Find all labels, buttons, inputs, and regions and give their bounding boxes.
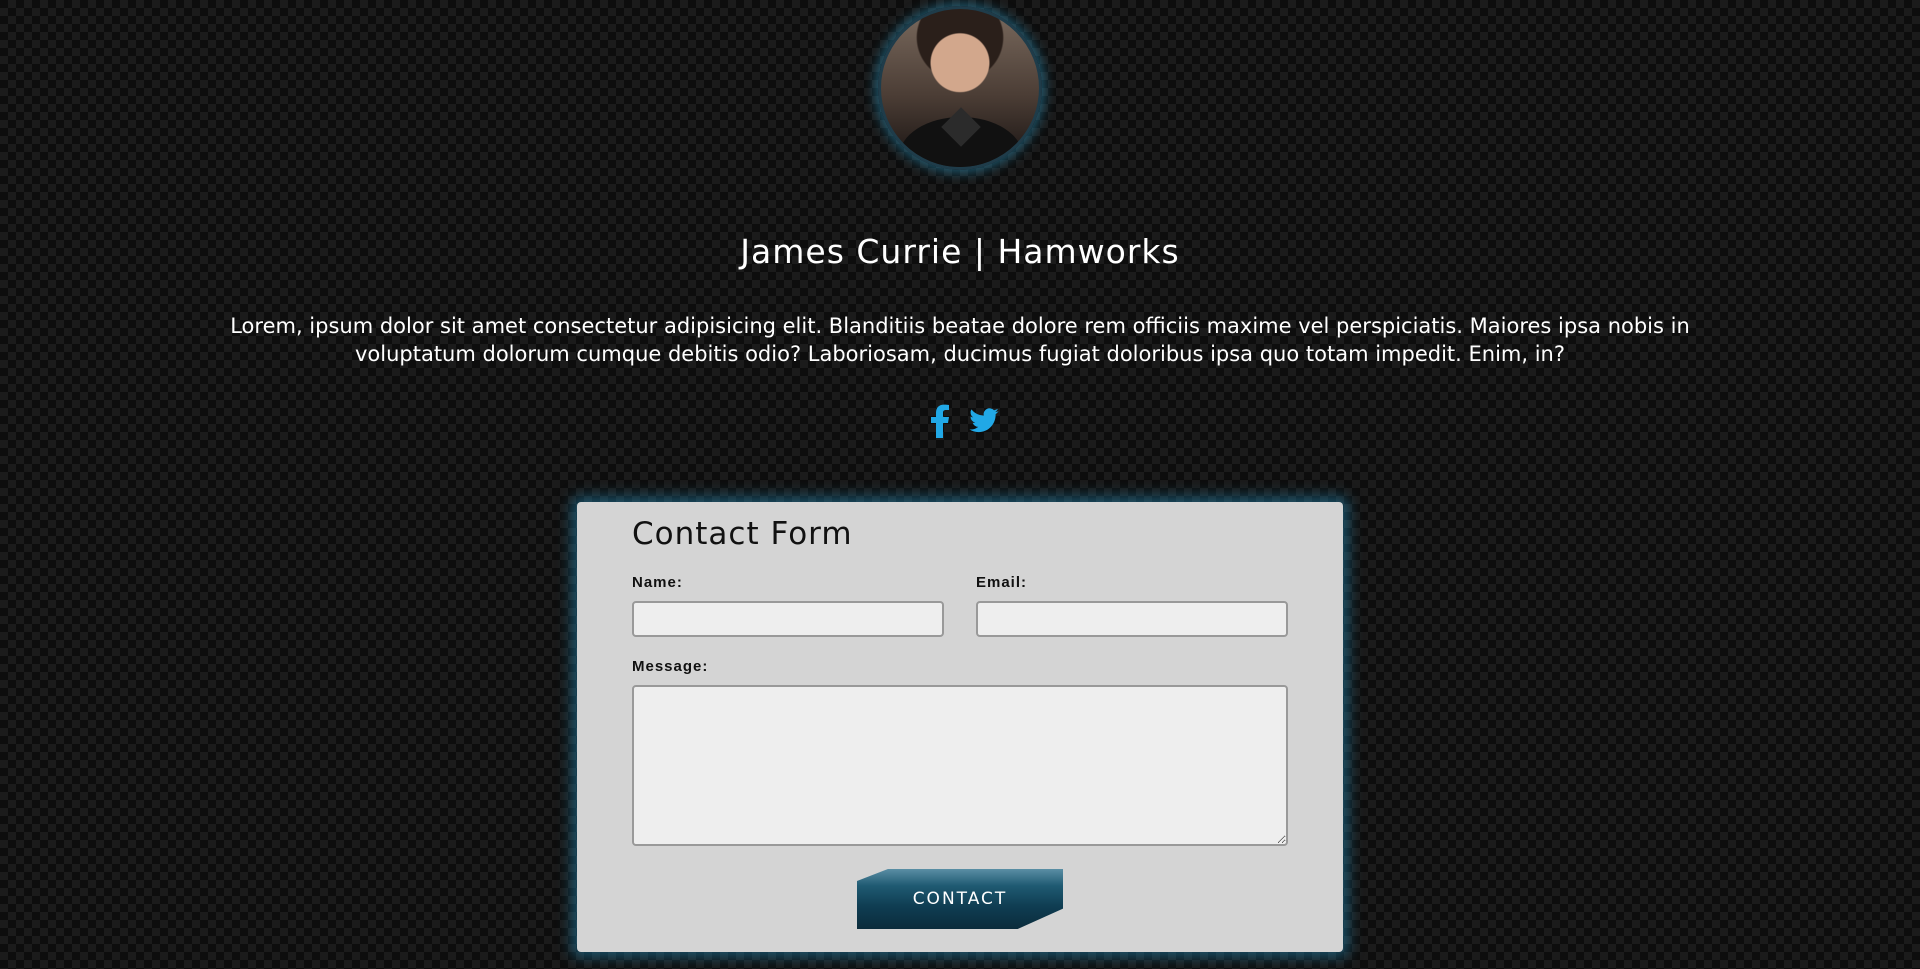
message-label: Message: [632, 658, 709, 675]
email-field[interactable] [976, 601, 1288, 637]
message-field[interactable] [632, 685, 1288, 846]
facebook-icon [931, 404, 949, 438]
facebook-link[interactable] [930, 404, 950, 440]
profile-avatar [878, 6, 1042, 170]
email-label: Email: [976, 574, 1028, 591]
contact-form: Contact Form Name: Email: Message: CONTA… [577, 502, 1343, 952]
profile-description: Lorem, ipsum dolor sit amet consectetur … [230, 314, 1690, 366]
name-field[interactable] [632, 601, 944, 637]
contact-button[interactable]: CONTACT [857, 869, 1063, 929]
contact-form-heading: Contact Form [632, 516, 853, 552]
name-label: Name: [632, 574, 683, 591]
page-title: James Currie | Hamworks [740, 232, 1180, 271]
twitter-link[interactable] [968, 404, 1000, 440]
social-links [920, 404, 1010, 440]
twitter-icon [969, 408, 999, 433]
